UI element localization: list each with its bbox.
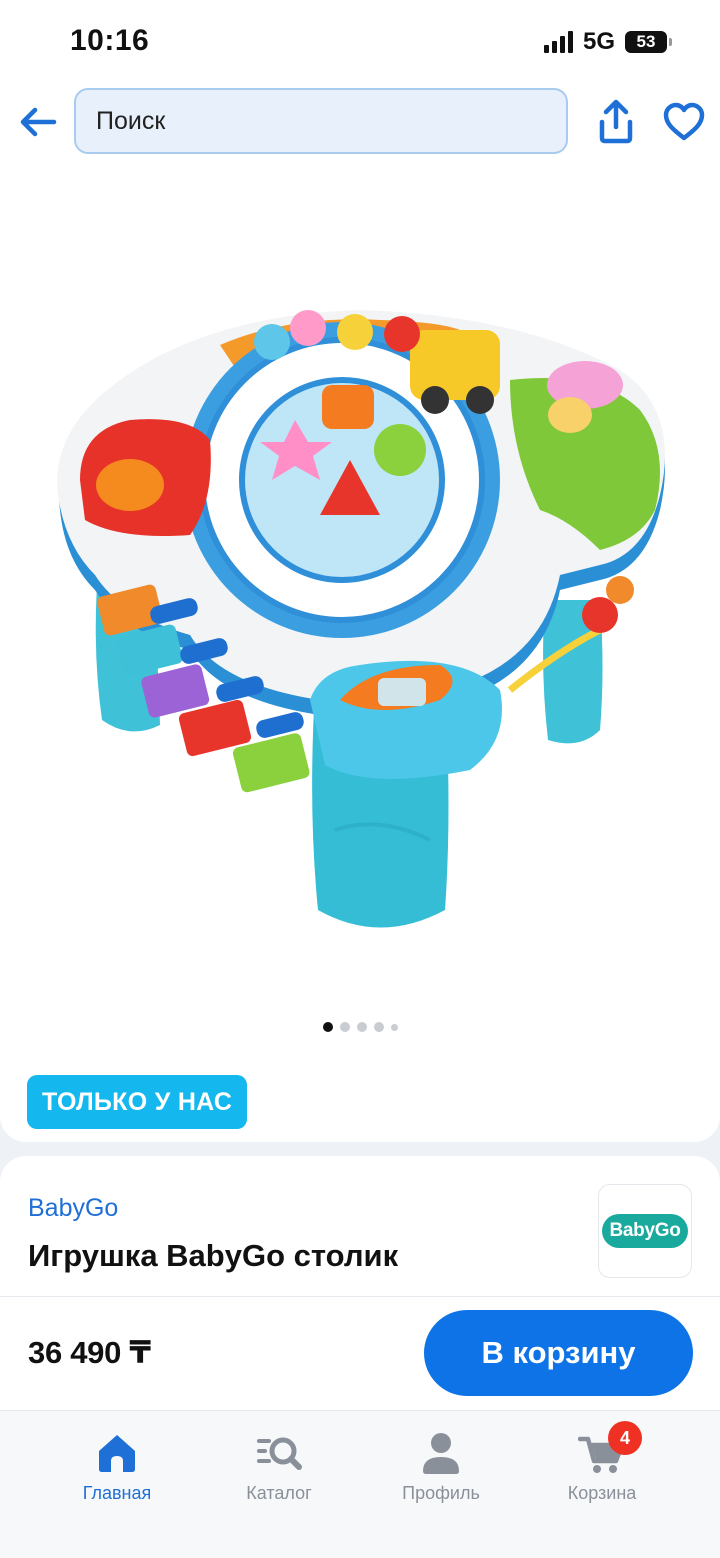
brand-logo-button[interactable]: BabyGo	[598, 1184, 692, 1278]
share-button[interactable]	[594, 98, 638, 146]
top-nav	[0, 80, 720, 170]
brand-link[interactable]: BabyGo	[28, 1194, 118, 1223]
brand-logo: BabyGo	[602, 1214, 688, 1248]
tab-cart[interactable]: 4 Корзина	[542, 1421, 662, 1504]
tab-home[interactable]: Главная	[57, 1429, 177, 1504]
status-indicators: 5G 53	[543, 28, 672, 56]
gallery-dot[interactable]	[390, 1023, 398, 1031]
exclusive-badge: ТОЛЬКО У НАС	[27, 1075, 248, 1129]
tab-profile[interactable]: Профиль	[381, 1429, 501, 1504]
signal-icon	[543, 31, 573, 53]
back-arrow-icon	[20, 107, 57, 137]
status-time: 10:16	[70, 24, 150, 57]
profile-icon	[423, 1433, 459, 1474]
gallery-dot[interactable]	[356, 1022, 367, 1032]
home-icon	[99, 1435, 135, 1472]
search-field[interactable]	[74, 88, 568, 154]
share-icon	[599, 99, 633, 144]
tab-label: Корзина	[567, 1483, 637, 1503]
favorite-button[interactable]	[662, 100, 706, 144]
bottom-tab-bar: Главная Каталог Профиль 4 Корзина	[0, 1410, 720, 1558]
add-to-cart-button[interactable]: В корзину	[424, 1310, 693, 1396]
product-price: 36 490 ₸	[28, 1335, 151, 1370]
product-title: Игрушка BabyGo столик	[28, 1238, 399, 1273]
cart-count-badge: 4	[608, 1421, 642, 1455]
price-bar: 36 490 ₸ В корзину	[0, 1296, 720, 1410]
network-type: 5G	[582, 28, 615, 55]
heart-icon	[663, 102, 705, 141]
cart-icon-wrap: 4	[577, 1421, 642, 1477]
product-page: 10:16 5G 53 Поиск ТОЛЬКО У НАС BabyGo Иг…	[0, 0, 720, 1558]
tab-label: Главная	[82, 1483, 152, 1503]
battery-icon: 53	[625, 31, 667, 53]
search-input[interactable]	[96, 106, 566, 136]
product-gallery-card: ТОЛЬКО У НАС	[0, 170, 720, 1142]
gallery-pagination[interactable]	[0, 1022, 720, 1032]
battery-level: 53	[636, 32, 656, 51]
product-info-card: BabyGo Игрушка BabyGo столик BabyGo	[0, 1156, 720, 1296]
back-button[interactable]	[16, 100, 60, 144]
battery-cap	[669, 38, 672, 46]
status-bar: 10:16 5G 53	[0, 0, 720, 80]
gallery-dot[interactable]	[322, 1022, 333, 1032]
gallery-dot[interactable]	[373, 1022, 384, 1032]
catalog-search-icon	[257, 1437, 302, 1470]
tab-label: Каталог	[246, 1483, 312, 1503]
tab-catalog[interactable]: Каталог	[219, 1429, 339, 1504]
gallery-dot[interactable]	[339, 1022, 350, 1032]
tab-label: Профиль	[402, 1483, 480, 1503]
product-image[interactable]	[40, 270, 680, 950]
